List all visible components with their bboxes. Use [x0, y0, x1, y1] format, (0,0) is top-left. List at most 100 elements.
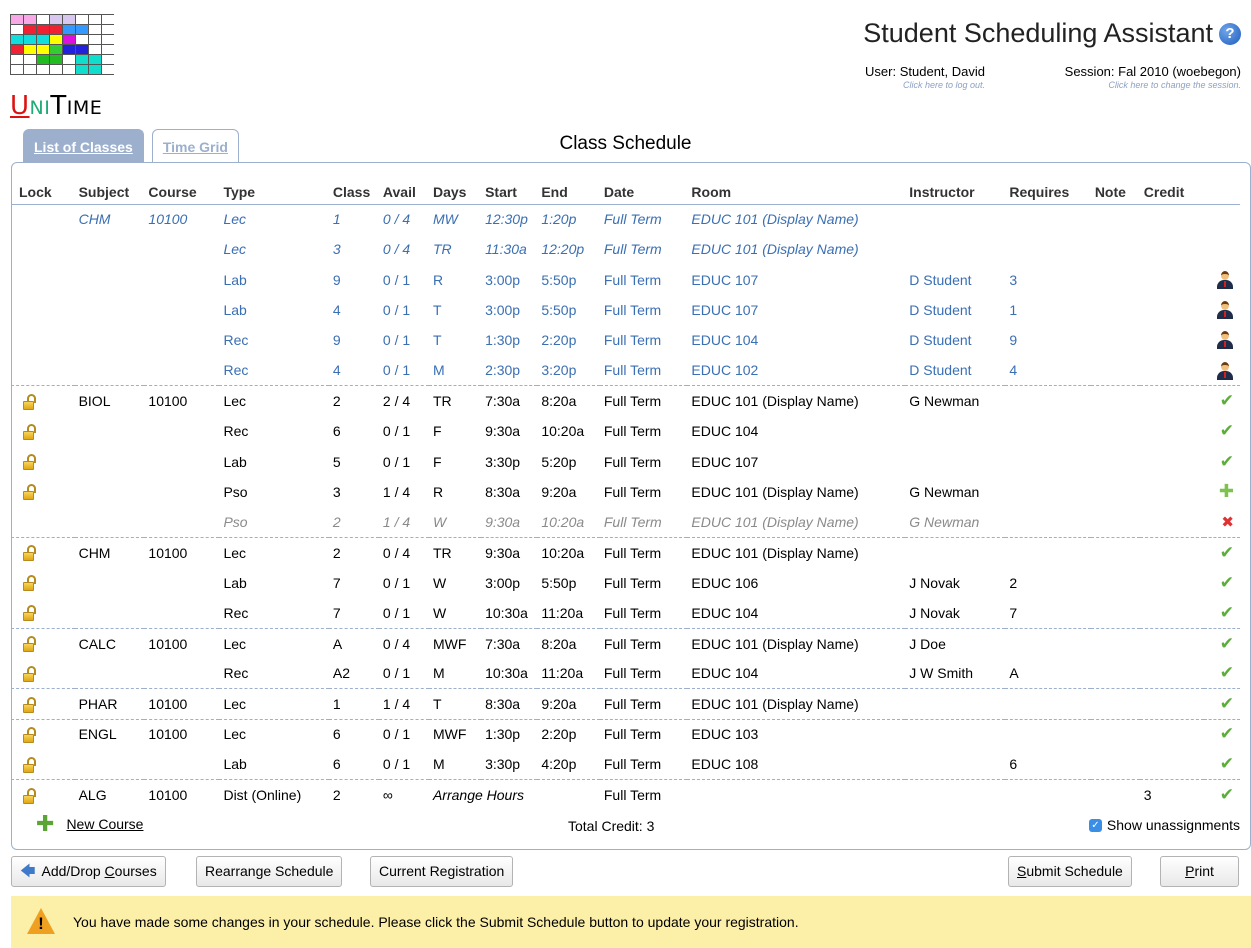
- cell-type: Rec: [219, 658, 329, 690]
- table-row[interactable]: Pso 2 1 / 4 W 9:30a 10:20a Full Term EDUC 101 (…: [11, 506, 1240, 538]
- cell-subject: CHM: [78, 211, 111, 228]
- cell-credit: [1140, 568, 1205, 598]
- table-row[interactable]: ALG 10100 Dist (Online) 2 ∞ Arrange Hours Full…: [11, 780, 1240, 810]
- rearrange-schedule-button[interactable]: Rearrange Schedule: [196, 856, 343, 887]
- table-row[interactable]: Lec 3 0 / 4 TR 11:30a 12:20p Full Term EDUC 101…: [11, 234, 1240, 264]
- cell-course: [144, 568, 219, 598]
- cell-credit: [1140, 416, 1205, 446]
- lock-icon[interactable]: [23, 454, 37, 471]
- cell-course: [144, 325, 219, 355]
- logout-link[interactable]: Click here to log out.: [865, 80, 985, 90]
- table-row[interactable]: Rec 6 0 / 1 F 9:30a 10:20a Full Term EDUC 104 ✔: [11, 416, 1240, 446]
- cell-type: Pso: [219, 506, 329, 538]
- table-row[interactable]: Rec 9 0 / 1 T 1:30p 2:20p Full Term EDUC 104 D S…: [11, 325, 1240, 355]
- status-cell: [1204, 295, 1240, 325]
- lock-icon[interactable]: [23, 666, 37, 682]
- col-credit: Credit: [1139, 180, 1205, 205]
- table-row[interactable]: CHM 10100 Lec 1 0 / 4 MW 12:30p 1:20p Full Term E…: [11, 204, 1240, 234]
- cell-course: [144, 506, 220, 538]
- lock-icon[interactable]: [23, 727, 37, 744]
- lock-icon[interactable]: [23, 756, 37, 773]
- help-icon[interactable]: ?: [1219, 22, 1241, 45]
- change-session-link[interactable]: Click here to change the session.: [1065, 80, 1241, 90]
- current-registration-button[interactable]: Current Registration: [370, 856, 514, 887]
- lock-icon[interactable]: [23, 545, 37, 562]
- status-cell: ✔: [1204, 628, 1240, 658]
- user-info[interactable]: User: Student, David Click here to log o…: [865, 64, 985, 90]
- table-row[interactable]: Lab 4 0 / 1 T 3:00p 5:50p Full Term EDUC 107 D S…: [11, 295, 1240, 325]
- cell-subject: CHM: [78, 544, 111, 561]
- cell-instructor: G Newman: [909, 483, 980, 500]
- session-info[interactable]: Session: Fal 2010 (woebegon) Click here …: [1065, 64, 1241, 90]
- lock-icon[interactable]: [23, 787, 37, 804]
- cell-instructor: D Student: [905, 355, 1006, 387]
- lock-icon[interactable]: [23, 605, 37, 622]
- warning-text: You have made some changes in your sched…: [73, 914, 799, 930]
- cell-type: Lab: [223, 271, 247, 288]
- table-row[interactable]: Rec 7 0 / 1 W 10:30a 11:20a Full Term EDUC 104 J…: [11, 597, 1240, 629]
- cell-date: Full Term: [603, 332, 662, 349]
- status-cell: [1204, 355, 1240, 387]
- lock-icon[interactable]: [23, 575, 37, 592]
- app-title: Student Scheduling Assistant ?: [863, 18, 1241, 49]
- table-row[interactable]: CALC 10100 Lec A 0 / 4 MWF 7:30a 8:20a Full Term…: [11, 628, 1240, 658]
- cell-credit: [1140, 477, 1205, 507]
- cell-type: Lab: [223, 574, 247, 591]
- cell-note: [1091, 416, 1140, 446]
- cell-end: 9:20a: [541, 483, 577, 500]
- table-row[interactable]: PHAR 10100 Lec 1 1 / 4 T 8:30a 9:20a Full Term ED…: [11, 688, 1240, 720]
- cell-date: Full Term: [603, 302, 662, 319]
- cell-course: 10100: [148, 726, 188, 743]
- cell-instructor: [905, 204, 1005, 234]
- cell-subject: PHAR: [74, 688, 145, 720]
- table-row[interactable]: Lab 9 0 / 1 R 3:00p 5:50p Full Term EDUC 107 D S…: [11, 265, 1240, 295]
- lock-icon[interactable]: [23, 636, 37, 653]
- table-row[interactable]: BIOL 10100 Lec 2 2 / 4 TR 7:30a 8:20a Full Term E…: [11, 386, 1240, 416]
- new-course-link[interactable]: ✚ New Course: [36, 813, 143, 835]
- cell-cls: 1: [328, 688, 379, 720]
- status-cell: [1204, 234, 1240, 264]
- table-row[interactable]: Pso 3 1 / 4 R 8:30a 9:20a Full Term EDUC 101 (D…: [11, 477, 1240, 507]
- cell-requires: [1005, 477, 1090, 507]
- cell-days: R: [432, 483, 444, 500]
- cell-avail: 0 / 1: [378, 597, 429, 629]
- lock-cell: [11, 719, 75, 749]
- cell-type: Dist (Online): [223, 787, 302, 804]
- table-row[interactable]: Rec 4 0 / 1 M 2:30p 3:20p Full Term EDUC 102 D S…: [11, 355, 1240, 387]
- tab-time-grid[interactable]: Time Grid: [151, 129, 239, 162]
- cell-date: Full Term: [599, 597, 688, 629]
- lock-icon[interactable]: [23, 696, 37, 713]
- cell-days: M: [428, 658, 482, 690]
- cell-room: EDUC 101 (Display Name): [691, 211, 859, 228]
- cell-note: [1091, 568, 1140, 598]
- status-cell: ✖: [1204, 506, 1240, 538]
- cell-course: [144, 446, 219, 476]
- table-row[interactable]: CHM 10100 Lec 2 0 / 4 TR 9:30a 10:20a Full Term E…: [11, 537, 1240, 567]
- check-icon: ✔: [1219, 602, 1234, 622]
- print-button[interactable]: Print: [1160, 856, 1239, 887]
- table-row[interactable]: ENGL 10100 Lec 6 0 / 1 MWF 1:30p 2:20p Full Term…: [11, 719, 1240, 749]
- cell-avail: 1 / 4: [378, 688, 429, 720]
- lock-icon[interactable]: [23, 484, 37, 501]
- table-row[interactable]: Rec A2 0 / 1 M 10:30a 11:20a Full Term EDUC 104…: [11, 658, 1240, 690]
- cell-instructor: [905, 719, 1005, 749]
- lock-cell: [11, 325, 75, 355]
- table-row[interactable]: Lab 6 0 / 1 M 3:30p 4:20p Full Term EDUC 108 6 ✔: [11, 749, 1240, 781]
- cell-date: Full Term: [603, 544, 662, 561]
- cell-instructor: [905, 537, 1005, 567]
- status-cell: ✔: [1204, 537, 1240, 567]
- cell-days: T: [432, 332, 442, 349]
- cell-date: Full Term: [599, 658, 688, 690]
- table-row[interactable]: Lab 7 0 / 1 W 3:00p 5:50p Full Term EDUC 106 J N…: [11, 568, 1240, 598]
- cell-note: [1090, 355, 1140, 387]
- show-unassignments-toggle[interactable]: ✓ Show unassignments: [1088, 817, 1240, 833]
- cell-cls: 3: [332, 483, 341, 500]
- show-unassignments-checkbox[interactable]: ✓: [1088, 818, 1102, 832]
- lock-icon[interactable]: [23, 423, 37, 440]
- submit-schedule-button[interactable]: Submit Schedule: [1008, 856, 1132, 887]
- add-drop-courses-button[interactable]: 🡄 Add/Drop Courses: [11, 856, 166, 887]
- table-row[interactable]: Lab 5 0 / 1 F 3:30p 5:20p Full Term EDUC 107 ✔: [11, 446, 1240, 476]
- lock-icon[interactable]: [23, 393, 37, 410]
- cell-note: [1091, 719, 1140, 749]
- tab-list-of-classes[interactable]: List of Classes: [23, 129, 144, 162]
